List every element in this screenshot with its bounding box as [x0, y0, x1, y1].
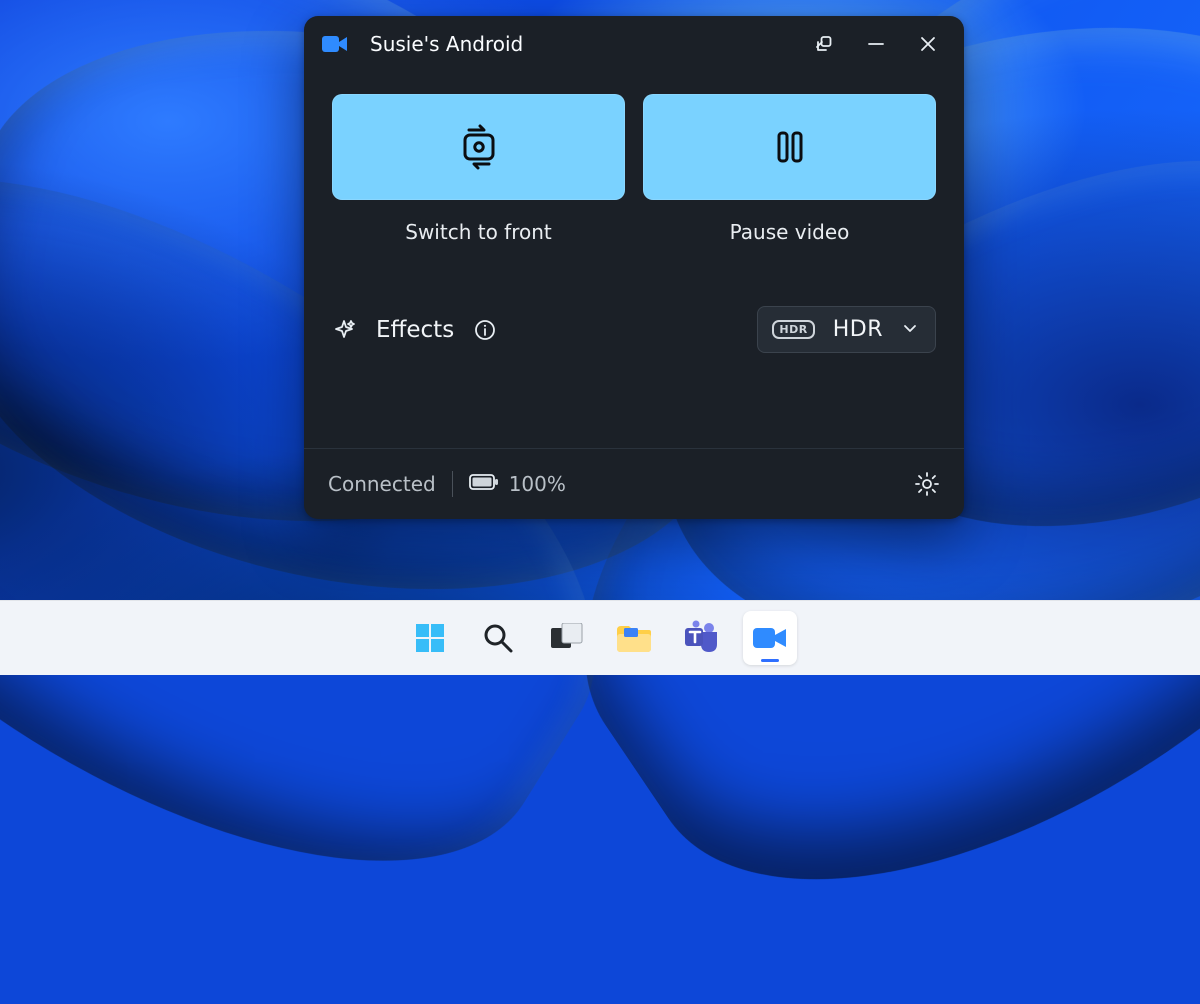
- separator: [452, 471, 453, 497]
- camera-control-window: Susie's Android: [304, 16, 964, 519]
- info-icon[interactable]: [474, 319, 496, 341]
- status-bar: Connected 100%: [304, 449, 964, 519]
- titlebar: Susie's Android: [304, 16, 964, 72]
- taskbar-teams[interactable]: [675, 611, 729, 665]
- battery-percent: 100%: [509, 472, 566, 496]
- taskbar-start[interactable]: [403, 611, 457, 665]
- hdr-dropdown[interactable]: HDR HDR: [757, 306, 936, 353]
- window-title: Susie's Android: [370, 32, 523, 56]
- taskbar-file-explorer[interactable]: [607, 611, 661, 665]
- taskbar-task-view[interactable]: [539, 611, 593, 665]
- chevron-down-icon: [901, 319, 919, 341]
- pause-video-label: Pause video: [643, 220, 936, 244]
- hdr-dropdown-value: HDR: [833, 317, 883, 342]
- taskbar-search[interactable]: [471, 611, 525, 665]
- minimize-button[interactable]: [850, 23, 902, 65]
- battery-icon: [469, 472, 499, 496]
- connection-status: Connected: [328, 472, 436, 496]
- taskbar: [0, 600, 1200, 675]
- window-content: Switch to front Pause video Effects: [304, 72, 964, 418]
- sparkle-icon: [332, 318, 356, 342]
- switch-camera-label: Switch to front: [332, 220, 625, 244]
- pause-video-button[interactable]: [643, 94, 936, 200]
- camera-icon: [322, 34, 348, 54]
- effects-label: Effects: [376, 317, 454, 343]
- hdr-badge-icon: HDR: [772, 320, 814, 339]
- taskbar-camera-app[interactable]: [743, 611, 797, 665]
- switch-camera-button[interactable]: [332, 94, 625, 200]
- settings-button[interactable]: [914, 471, 940, 497]
- pop-out-button[interactable]: [798, 23, 850, 65]
- close-button[interactable]: [902, 23, 954, 65]
